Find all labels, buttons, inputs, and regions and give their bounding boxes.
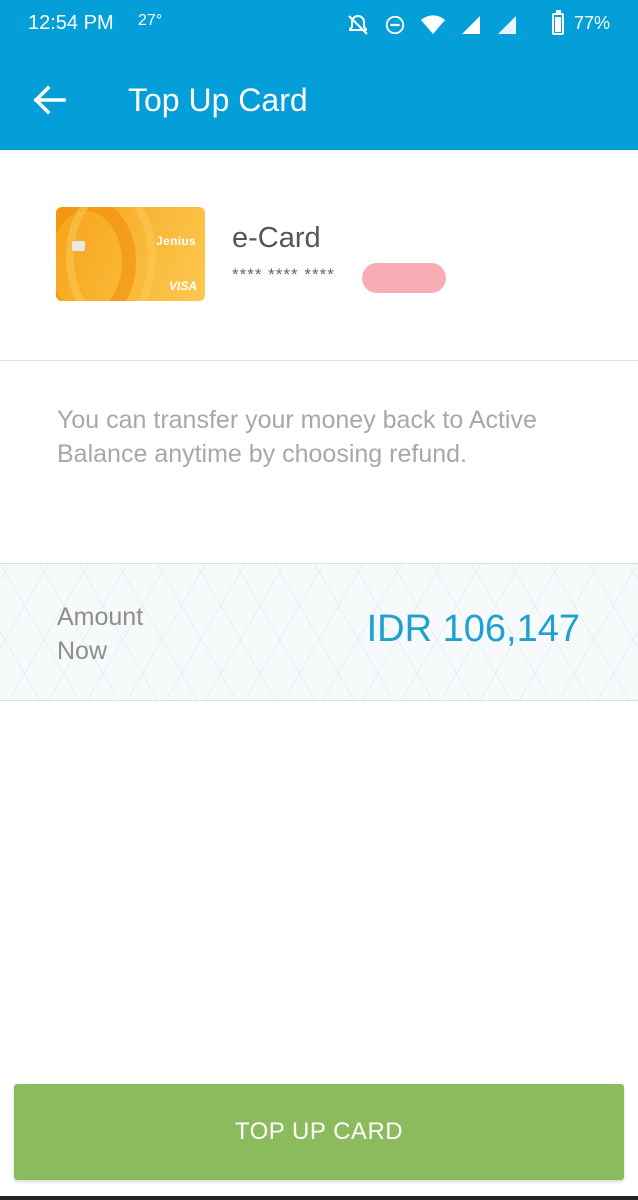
bell-off-icon bbox=[348, 14, 368, 35]
visa-logo: VISA bbox=[168, 279, 197, 293]
bottom-edge bbox=[0, 1196, 638, 1200]
card-summary: Jenius VISA e-Card **** **** **** bbox=[0, 150, 638, 361]
status-time: 12:54 PM bbox=[28, 12, 114, 34]
status-icons bbox=[346, 12, 518, 38]
refund-info-text: You can transfer your money back to Acti… bbox=[57, 406, 537, 468]
amount-label: Amount Now bbox=[57, 603, 144, 665]
signal-icon bbox=[498, 16, 516, 34]
redaction-mark bbox=[362, 263, 446, 293]
signal-icon bbox=[462, 16, 480, 34]
back-button[interactable] bbox=[30, 80, 70, 120]
card-name: e-Card bbox=[232, 222, 321, 254]
battery-charging-icon bbox=[552, 10, 564, 35]
battery-percentage: 77% bbox=[573, 13, 610, 33]
amount-panel: Amount Now IDR 106,147 bbox=[0, 563, 638, 701]
card-chip-icon bbox=[72, 241, 85, 251]
page-title: Top Up Card bbox=[128, 82, 308, 118]
app-bar: Top Up Card bbox=[0, 50, 638, 150]
status-temperature: 27° bbox=[138, 12, 163, 29]
amount-value: IDR 106,147 bbox=[366, 608, 580, 650]
card-number: **** **** **** bbox=[232, 265, 335, 284]
card-image: Jenius VISA bbox=[56, 207, 205, 301]
status-bar: 12:54 PM 27° 77% bbox=[0, 0, 638, 50]
arrow-left-icon bbox=[33, 85, 66, 115]
card-brand-logo: Jenius bbox=[156, 234, 196, 248]
do-not-disturb-icon bbox=[385, 15, 405, 35]
wifi-icon bbox=[421, 15, 445, 34]
top-up-card-button[interactable]: TOP UP CARD bbox=[14, 1084, 624, 1180]
